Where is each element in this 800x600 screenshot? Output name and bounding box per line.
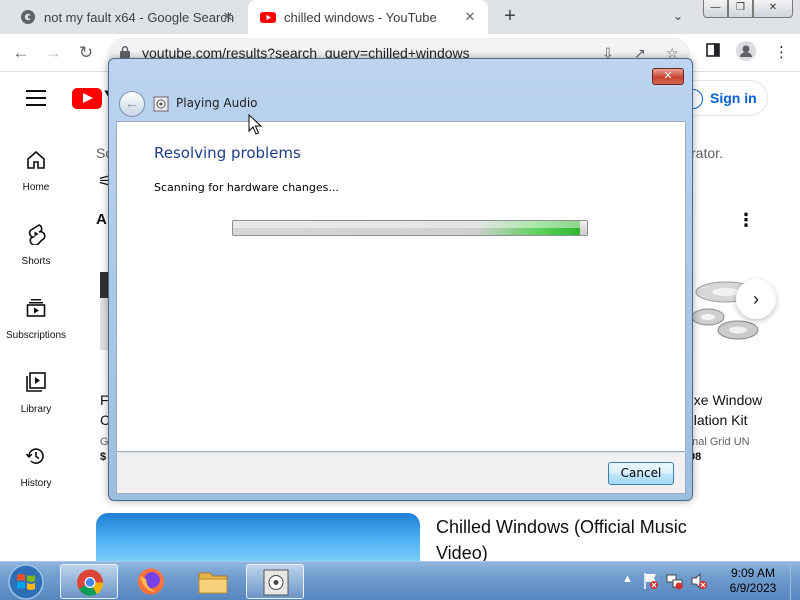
profile-avatar-icon[interactable] (736, 41, 756, 65)
home-icon (27, 150, 45, 169)
section-heading-fragment: A (96, 211, 107, 228)
subscriptions-icon (26, 299, 46, 317)
shorts-icon (28, 224, 46, 245)
troubleshooter-icon (263, 569, 289, 596)
forward-arrow-icon[interactable]: → (42, 42, 64, 64)
clock-time: 9:09 AM (730, 566, 776, 580)
tab-strip: not my fault x64 - Google Search ✕ chill… (0, 0, 800, 34)
sidebar-item-library[interactable]: Library (0, 371, 72, 417)
progress-bar (232, 220, 588, 236)
sidebar-item-label: Subscriptions (5, 330, 67, 341)
window-close-button[interactable]: ✕ (753, 0, 793, 18)
sign-in-label: Sign in (710, 90, 757, 106)
menu-hamburger-icon[interactable] (26, 90, 46, 111)
sidebar-item-history[interactable]: History (0, 445, 72, 491)
tab-search-chevron-icon[interactable]: ⌄ (673, 9, 683, 23)
history-icon (25, 448, 44, 464)
explorer-icon (198, 572, 228, 594)
chevron-right-icon: › (753, 289, 759, 309)
dialog-close-button[interactable]: ✕ (652, 68, 684, 85)
tab-youtube[interactable]: chilled windows - YouTube ✕ (248, 0, 488, 34)
system-clock[interactable]: 9:09 AM 6/9/2023 (718, 566, 788, 596)
product-title-fragment: ulation Kit (686, 412, 748, 428)
tab-title: not my fault x64 - Google Search (44, 9, 235, 25)
network-icon[interactable] (666, 572, 684, 590)
sidebar-item-label: Home (22, 182, 50, 193)
back-arrow-icon[interactable]: ← (10, 42, 32, 64)
sidebar-item-label: Shorts (21, 256, 51, 267)
video-thumbnail[interactable] (96, 513, 420, 563)
troubleshooter-dialog: ✕ ← Playing Audio Resolving problems Sca… (108, 58, 693, 501)
taskbar-troubleshooter[interactable] (246, 564, 304, 599)
new-tab-button[interactable]: + (500, 6, 520, 26)
library-icon (26, 372, 46, 392)
close-tab-icon[interactable]: ✕ (462, 9, 478, 25)
chrome-icon (77, 569, 104, 596)
taskbar-firefox[interactable] (122, 564, 180, 599)
sidebar-item-subscriptions[interactable]: Subscriptions (0, 297, 72, 343)
google-icon (21, 10, 35, 24)
troubleshooter-icon (153, 96, 169, 112)
youtube-logo-icon[interactable] (72, 88, 102, 109)
reload-icon[interactable]: ↻ (75, 42, 97, 64)
banner-text-fragment: rator. (691, 145, 723, 161)
youtube-icon (260, 12, 276, 23)
clock-date: 6/9/2023 (729, 581, 777, 595)
carousel-next-button[interactable]: › (736, 279, 776, 319)
maximize-button[interactable]: ❐ (728, 0, 753, 18)
mouse-cursor-icon (248, 114, 262, 135)
sidebar-item-label: Library (20, 404, 52, 415)
cancel-button[interactable]: Cancel (608, 462, 674, 485)
firefox-icon (138, 568, 164, 595)
dialog-footer: Cancel (116, 452, 686, 494)
progress-bar-fill (233, 221, 580, 235)
lock-icon (120, 46, 130, 58)
browser-menu-icon[interactable]: ⋮ (774, 43, 789, 61)
start-button-icon[interactable] (6, 563, 46, 600)
tab-google-search[interactable]: not my fault x64 - Google Search ✕ (6, 0, 246, 34)
sidebar-item-shorts[interactable]: Shorts (0, 223, 72, 269)
action-center-flag-icon[interactable] (643, 572, 659, 590)
back-arrow-icon: ← (124, 95, 140, 112)
sidebar-item-label: History (20, 478, 52, 489)
volume-muted-icon[interactable] (690, 572, 708, 590)
dialog-status-text: Scanning for hardware changes... (154, 181, 339, 194)
minimize-button[interactable]: — (703, 0, 728, 18)
close-tab-icon[interactable]: ✕ (220, 9, 236, 25)
show-desktop-button[interactable] (790, 562, 800, 600)
video-title[interactable]: Chilled Windows (Official Music Video) (436, 514, 736, 566)
taskbar: ▲ 9:09 AM 6/9/2023 (0, 561, 800, 600)
side-panel-icon[interactable] (706, 43, 720, 61)
show-hidden-icons-button[interactable]: ▲ (622, 573, 633, 585)
taskbar-explorer[interactable] (184, 564, 242, 599)
product-seller-fragment: onal Grid UN (686, 436, 750, 448)
dialog-heading: Resolving problems (154, 144, 301, 162)
result-price-fragment: $ (100, 451, 107, 463)
dialog-title: Playing Audio (176, 96, 258, 110)
taskbar-chrome[interactable] (60, 564, 118, 599)
tab-title: chilled windows - YouTube (284, 9, 437, 25)
sidebar-item-home[interactable]: Home (0, 149, 72, 195)
more-options-icon[interactable]: ⋮ (737, 210, 755, 231)
dialog-back-button[interactable]: ← (119, 91, 145, 117)
dialog-content: Resolving problems Scanning for hardware… (116, 121, 686, 452)
product-title-fragment: uxe Window (686, 392, 763, 408)
